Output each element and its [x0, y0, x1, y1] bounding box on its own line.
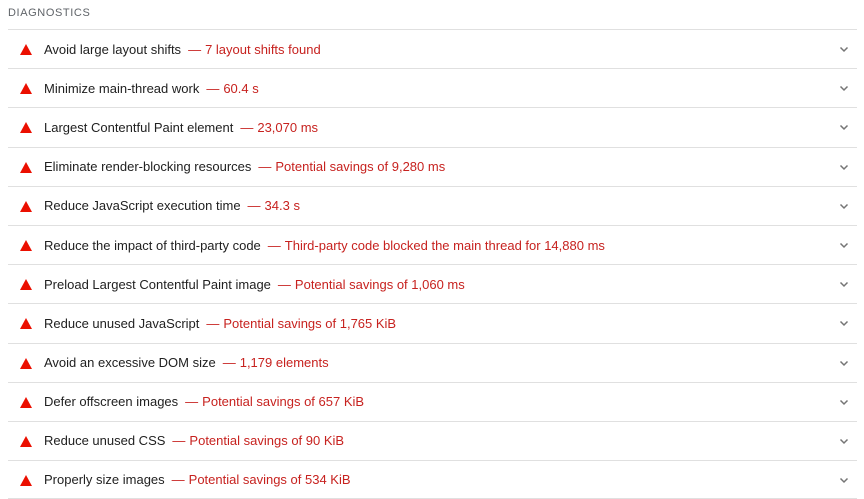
- audit-separator: —: [206, 80, 220, 96]
- audit-separator: —: [240, 119, 254, 135]
- audit-label: Eliminate render-blocking resources — Pote…: [44, 148, 445, 186]
- audit-value: 7 layout shifts found: [205, 41, 321, 57]
- audit-label: Reduce unused JavaScript — Potential savin…: [44, 304, 396, 342]
- chevron-down-icon[interactable]: [839, 201, 849, 211]
- audit-title: Reduce unused CSS: [44, 433, 166, 449]
- audit-label: Reduce JavaScript execution time —34.3 s: [44, 187, 300, 225]
- audit-label: Minimize main-thread work —60.4 s: [44, 69, 259, 107]
- audit-row[interactable]: Largest Contentful Paint element —23,070 …: [8, 107, 857, 146]
- fail-triangle-icon: [20, 435, 32, 447]
- audit-label: Preload Largest Contentful Paint image — P…: [44, 265, 465, 303]
- audit-value: 1,179 elements: [239, 355, 329, 371]
- audit-value: Potential savings of 657 KiB: [202, 394, 365, 410]
- audit-row[interactable]: Avoid an excessive DOM size —1,179 elemen…: [8, 342, 857, 382]
- audit-title: Largest Contentful Paint element: [44, 119, 234, 135]
- audit-title: Properly size images: [44, 472, 165, 488]
- audit-row[interactable]: Eliminate render-blocking resources — Pote…: [8, 146, 857, 186]
- fail-triangle-icon: [20, 161, 32, 173]
- chevron-down-icon[interactable]: [839, 318, 849, 328]
- audit-title: Reduce the impact of third-party code: [44, 237, 261, 253]
- fail-triangle-icon: [20, 318, 32, 330]
- fail-triangle-icon: [20, 396, 32, 408]
- chevron-down-icon[interactable]: [839, 279, 849, 289]
- audit-row[interactable]: Preload Largest Contentful Paint image — P…: [8, 264, 857, 303]
- audit-separator: —: [247, 198, 261, 214]
- audit-value: 23,070 ms: [257, 119, 319, 135]
- audit-title: Reduce unused JavaScript: [44, 315, 200, 331]
- audit-label: Avoid large layout shifts —7 layout shift…: [44, 30, 321, 68]
- chevron-down-icon[interactable]: [839, 122, 849, 132]
- audit-title: Eliminate render-blocking resources: [44, 159, 252, 175]
- chevron-down-icon[interactable]: [839, 83, 849, 93]
- audit-separator: —: [267, 237, 281, 253]
- audit-title: Minimize main-thread work: [44, 80, 200, 96]
- audit-value: Potential savings of 9,280 ms: [275, 159, 446, 175]
- audit-label: Largest Contentful Paint element —23,070 …: [44, 108, 318, 146]
- audit-label: Reduce unused CSS — Potential savings of 9…: [44, 422, 344, 460]
- audit-title: Avoid an excessive DOM size: [44, 355, 216, 371]
- audit-value: Third-party code blocked the main thread…: [284, 237, 605, 253]
- audit-row[interactable]: Defer offscreen images — Potential savings…: [8, 381, 857, 421]
- chevron-down-icon[interactable]: [839, 240, 849, 250]
- chevron-down-icon[interactable]: [839, 436, 849, 446]
- fail-triangle-icon: [20, 357, 32, 369]
- fail-triangle-icon: [20, 122, 32, 134]
- audit-separator: —: [185, 394, 199, 410]
- chevron-down-icon[interactable]: [839, 475, 849, 485]
- audit-value: Potential savings of 534 KiB: [188, 472, 351, 488]
- audit-value: Potential savings of 1,765 KiB: [223, 315, 397, 331]
- fail-triangle-icon: [20, 83, 32, 95]
- audit-label: Defer offscreen images — Potential savings…: [44, 383, 364, 421]
- audit-row[interactable]: Reduce unused JavaScript — Potential savin…: [8, 303, 857, 342]
- fail-triangle-icon: [20, 279, 32, 291]
- audit-separator: —: [222, 355, 236, 371]
- audit-row[interactable]: Properly size images — Potential savings o…: [8, 460, 857, 499]
- audit-row[interactable]: Reduce the impact of third-party code — Th…: [8, 224, 857, 264]
- audit-list: Avoid large layout shifts —7 layout shift…: [8, 29, 857, 499]
- fail-triangle-icon: [20, 240, 32, 252]
- fail-triangle-icon: [20, 44, 32, 56]
- fail-triangle-icon: [20, 474, 32, 486]
- audit-title: Preload Largest Contentful Paint image: [44, 276, 271, 292]
- chevron-down-icon[interactable]: [839, 44, 849, 54]
- audit-label: Avoid an excessive DOM size —1,179 elemen…: [44, 344, 329, 382]
- chevron-down-icon[interactable]: [839, 358, 849, 368]
- fail-triangle-icon: [20, 200, 32, 212]
- diagnostics-panel: DIAGNOSTICS Avoid large layout shifts —7 …: [0, 0, 864, 499]
- chevron-down-icon[interactable]: [839, 397, 849, 407]
- audit-value: 34.3 s: [264, 198, 300, 214]
- audit-row[interactable]: Minimize main-thread work —60.4 s: [8, 68, 857, 107]
- chevron-down-icon[interactable]: [839, 162, 849, 172]
- section-title: DIAGNOSTICS: [8, 7, 91, 19]
- audit-title: Defer offscreen images: [44, 394, 179, 410]
- audit-row[interactable]: Avoid large layout shifts —7 layout shift…: [8, 29, 857, 68]
- audit-separator: —: [206, 315, 220, 331]
- audit-separator: —: [171, 472, 185, 488]
- audit-label: Properly size images — Potential savings o…: [44, 461, 351, 498]
- audit-row[interactable]: Reduce JavaScript execution time —34.3 s: [8, 185, 857, 225]
- audit-separator: —: [258, 159, 272, 175]
- audit-separator: —: [277, 276, 291, 292]
- audit-title: Avoid large layout shifts: [44, 41, 182, 57]
- audit-label: Reduce the impact of third-party code — Th…: [44, 226, 605, 264]
- audit-separator: —: [188, 41, 202, 57]
- audit-separator: —: [172, 433, 186, 449]
- audit-value: Potential savings of 1,060 ms: [294, 276, 465, 292]
- audit-title: Reduce JavaScript execution time: [44, 198, 241, 214]
- audit-row[interactable]: Reduce unused CSS — Potential savings of 9…: [8, 420, 857, 460]
- audit-value: 60.4 s: [223, 80, 259, 96]
- audit-value: Potential savings of 90 KiB: [189, 433, 345, 449]
